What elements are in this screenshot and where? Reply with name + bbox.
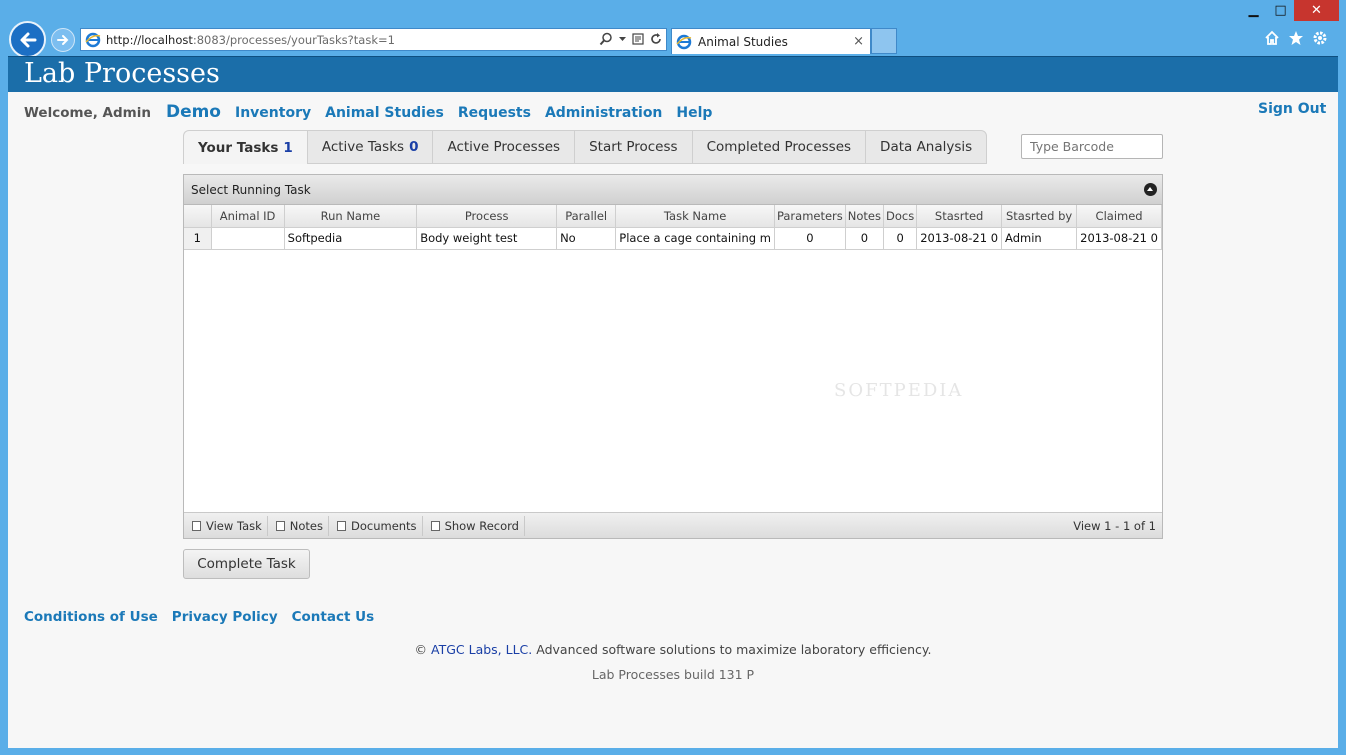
show-record-button[interactable]: Show Record — [423, 515, 525, 536]
favorites-star-icon[interactable] — [1288, 30, 1304, 46]
tab-your-tasks[interactable]: Your Tasks 1 — [183, 130, 307, 164]
cell-task-name: Place a cage containing m — [615, 227, 775, 250]
browser-tab-title: Animal Studies — [698, 34, 788, 49]
view-task-button[interactable]: View Task — [184, 515, 268, 536]
tab-active-processes[interactable]: Active Processes — [432, 130, 575, 164]
cell-run-name: Softpedia — [284, 227, 418, 250]
minimize-button[interactable]: ▁ — [1240, 0, 1267, 21]
image-icon — [336, 520, 346, 531]
documents-button[interactable]: Documents — [329, 515, 423, 536]
gear-icon[interactable] — [1312, 30, 1328, 46]
web-page: Lab Processes Welcome, Admin Demo Invent… — [8, 56, 1338, 748]
arrow-right-icon — [57, 35, 69, 45]
url-text[interactable]: http://localhost:8083/processes/yourTask… — [106, 33, 395, 47]
compatibility-icon[interactable] — [632, 33, 644, 45]
sign-out-link[interactable]: Sign Out — [1258, 101, 1326, 117]
address-tools — [599, 32, 662, 46]
menu-help[interactable]: Help — [676, 105, 712, 121]
col-header[interactable]: Process — [416, 205, 558, 228]
menu-inventory[interactable]: Inventory — [235, 105, 311, 121]
col-header[interactable]: Parallel — [556, 205, 617, 228]
build-info: Lab Processes build 131 P — [591, 667, 755, 682]
cell-notes: 0 — [845, 227, 885, 250]
col-header[interactable]: Docs — [883, 205, 918, 228]
record-count: View 1 - 1 of 1 — [1073, 519, 1156, 533]
close-tab-icon[interactable]: × — [853, 34, 864, 49]
col-header[interactable]: Notes — [845, 205, 885, 228]
row-number: 1 — [184, 227, 212, 250]
tab-data-analysis[interactable]: Data Analysis — [865, 130, 988, 164]
cell-docs: 0 — [883, 227, 918, 250]
app-title: Lab Processes — [24, 58, 220, 89]
back-button[interactable] — [9, 21, 46, 58]
tab-count: 0 — [409, 139, 419, 155]
cell-started: 2013-08-21 0 — [916, 227, 1003, 250]
col-header — [184, 205, 212, 228]
col-header[interactable]: Task Name — [615, 205, 775, 228]
menu-requests[interactable]: Requests — [458, 105, 531, 121]
home-icon[interactable] — [1264, 30, 1280, 46]
col-header[interactable]: Stasrted by — [1001, 205, 1078, 228]
task-table: Animal ID Run Name Process Parallel Task… — [184, 205, 1162, 250]
refresh-icon[interactable] — [650, 33, 662, 45]
app-banner: Lab Processes — [8, 56, 1338, 92]
col-header[interactable]: Parameters — [774, 205, 846, 228]
col-header[interactable]: Stasrted — [916, 205, 1003, 228]
tab-count: 1 — [283, 139, 293, 156]
menu-administration[interactable]: Administration — [545, 105, 662, 121]
document-icon — [192, 520, 201, 531]
cell-process: Body weight test — [416, 227, 558, 250]
close-window-button[interactable]: ✕ — [1294, 0, 1339, 21]
footer-contact-link[interactable]: Contact Us — [292, 609, 375, 625]
footer-privacy-link[interactable]: Privacy Policy — [172, 609, 278, 625]
complete-task-button[interactable]: Complete Task — [183, 549, 310, 579]
new-tab-button[interactable] — [871, 28, 897, 54]
cell-claimed: 2013-08-21 0 — [1076, 227, 1162, 250]
main-menu: Welcome, Admin Demo Inventory Animal Stu… — [24, 102, 726, 122]
menu-animal-studies[interactable]: Animal Studies — [325, 105, 444, 121]
notes-button[interactable]: Notes — [268, 515, 329, 536]
record-icon — [430, 520, 440, 531]
arrow-left-icon — [20, 32, 36, 47]
browser-chrome: http://localhost:8083/processes/yourTask… — [0, 0, 1346, 58]
collapse-icon[interactable] — [1144, 183, 1157, 196]
address-bar[interactable]: http://localhost:8083/processes/yourTask… — [80, 28, 667, 51]
copyright: © ATGC Labs, LLC. Advanced software solu… — [414, 642, 932, 657]
barcode-input[interactable] — [1021, 134, 1163, 159]
col-header[interactable]: Animal ID — [211, 205, 285, 228]
welcome-text: Welcome, Admin — [24, 105, 151, 121]
grid-caption: Select Running Task — [184, 175, 1162, 205]
watermark: SOFTPEDIA — [834, 380, 964, 401]
search-icon[interactable] — [599, 32, 613, 46]
browser-toolbar — [1264, 30, 1328, 46]
browser-tab[interactable]: Animal Studies × — [671, 28, 871, 54]
tab-active-tasks[interactable]: Active Tasks 0 — [306, 130, 433, 164]
table-row[interactable]: 1 Softpedia Body weight test No Place a … — [184, 227, 1162, 250]
col-header[interactable]: Claimed — [1076, 205, 1162, 228]
forward-button[interactable] — [51, 28, 75, 52]
footer-links: Conditions of Use Privacy Policy Contact… — [24, 609, 374, 625]
footer-conditions-link[interactable]: Conditions of Use — [24, 609, 158, 625]
menu-demo[interactable]: Demo — [166, 102, 221, 122]
maximize-button[interactable]: □ — [1267, 0, 1294, 21]
table-header: Animal ID Run Name Process Parallel Task… — [184, 205, 1162, 228]
tab-start-process[interactable]: Start Process — [574, 130, 692, 164]
task-tabs: Your Tasks 1 Active Tasks 0 Active Process… — [183, 130, 988, 164]
company-link[interactable]: ATGC Labs, LLC. — [431, 642, 532, 657]
notes-icon — [275, 520, 285, 531]
cell-parameters: 0 — [774, 227, 846, 250]
running-task-grid: Select Running Task SOFTPEDIA Animal ID … — [183, 174, 1163, 539]
ie-tab-icon — [676, 34, 692, 49]
col-header[interactable]: Run Name — [284, 205, 418, 228]
ie-icon — [85, 32, 101, 47]
grid-pager: View Task Notes Documents Show Record Vi… — [184, 512, 1162, 538]
cell-started-by: Admin — [1001, 227, 1078, 250]
tab-completed-processes[interactable]: Completed Processes — [691, 130, 866, 164]
cell-animal-id — [211, 227, 285, 250]
chevron-down-icon[interactable] — [619, 36, 626, 42]
cell-parallel: No — [556, 227, 617, 250]
